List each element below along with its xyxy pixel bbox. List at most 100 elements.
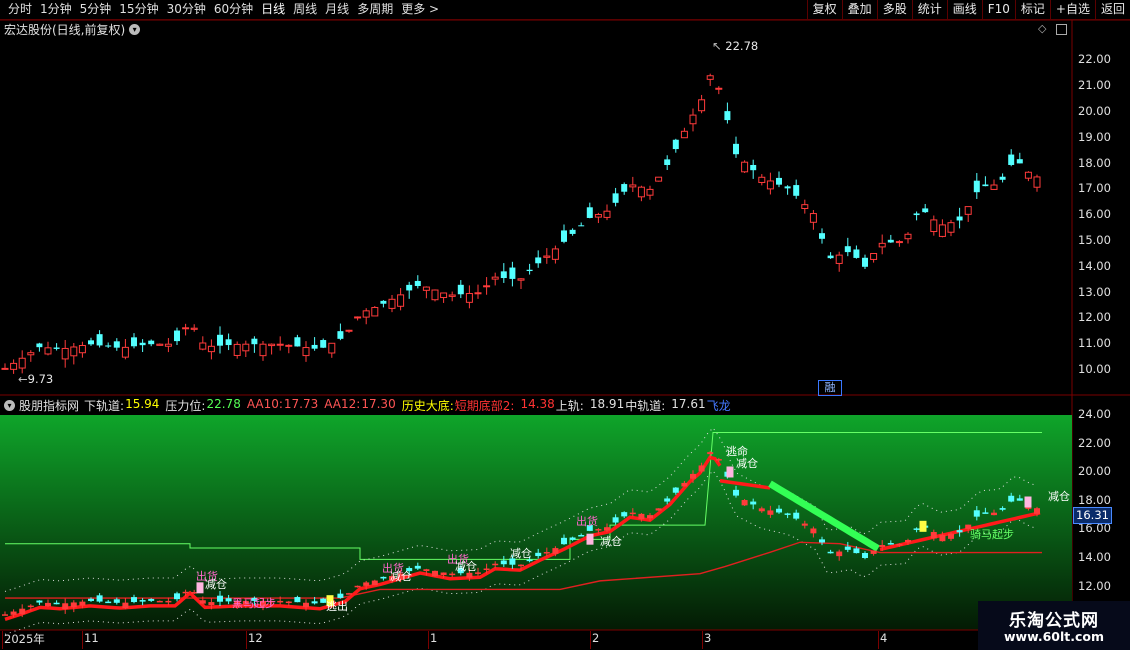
indicator-candle-body (535, 552, 542, 557)
candle-body (724, 111, 731, 121)
indicator-candle-body (733, 489, 739, 496)
indicator-candle-body (208, 602, 215, 606)
indicator-candle-body (664, 498, 671, 502)
candle-body (973, 180, 980, 193)
main-y-tick: 12.00 (1078, 310, 1111, 325)
indicator-candle-body (432, 570, 438, 577)
date-divider (82, 631, 83, 649)
date-label: 1 (430, 631, 438, 645)
candle-body (827, 255, 834, 259)
date-label: 2025年 (4, 632, 45, 646)
indicator-y-tick: 14.00 (1078, 550, 1111, 564)
candle-body (922, 208, 929, 213)
candle-body (612, 193, 619, 203)
candle-body (578, 225, 585, 227)
indicator-candle-body (277, 600, 284, 603)
candle-body (741, 161, 749, 173)
signal-candle (196, 582, 204, 594)
indicator-candle-body (10, 611, 17, 615)
signal-label: 减仓 (736, 456, 758, 470)
indicator-candle-body (311, 601, 318, 604)
candle-body (758, 176, 766, 183)
indicator-candle-body (552, 548, 559, 554)
indicator-candle-body (887, 543, 894, 545)
signal-candle (726, 466, 734, 478)
main-y-tick: 16.00 (1078, 207, 1111, 222)
candle-body (199, 342, 207, 350)
candle-body (380, 300, 387, 304)
indicator-candle-body (672, 487, 679, 493)
candle-body (655, 176, 663, 182)
current-price-value: 16.31 (1076, 508, 1109, 522)
candle-body (259, 343, 267, 357)
indicator-candle-body (122, 602, 129, 609)
candle-body (431, 289, 439, 301)
signal-candle (1024, 496, 1032, 508)
candle-body (1, 367, 9, 370)
watermark-url: www.60lt.com (1003, 629, 1105, 644)
indicator-candle-body (905, 539, 911, 543)
candle-body (113, 341, 120, 348)
date-label: 4 (880, 631, 888, 645)
candle-body (96, 334, 103, 346)
candle-body (491, 276, 499, 280)
candle-body (225, 339, 232, 346)
candle-body (36, 343, 43, 348)
indicator-candle-body (466, 572, 473, 578)
indicator-candle-body (776, 508, 782, 513)
candle-body (233, 343, 241, 356)
margin-badge[interactable]: 融 (818, 380, 842, 396)
indicator-candle-body (750, 501, 757, 505)
indicator-value: 18.91 (589, 396, 625, 411)
indicator-candle-body (1008, 495, 1015, 502)
candle-body (819, 233, 825, 239)
indicator-candle-body (53, 602, 60, 605)
candle-body (388, 298, 396, 309)
candle-body (121, 346, 129, 358)
indicator-candle-body (578, 535, 585, 537)
indicator-value: 历史大底: (401, 398, 454, 413)
candle-body (1033, 176, 1041, 188)
candle-body (10, 362, 18, 370)
candle-body (964, 206, 972, 215)
candle-body (862, 257, 868, 267)
candle-body (44, 347, 52, 355)
candle-body (698, 99, 706, 112)
indicator-value: 压力位: (165, 398, 206, 413)
main-y-tick: 11.00 (1078, 336, 1111, 351)
signal-label: 减仓 (600, 534, 622, 548)
indicator-candle-body (690, 473, 696, 479)
candle-body (78, 345, 86, 354)
indicator-candle-body (1016, 498, 1023, 501)
candle-body (88, 340, 94, 345)
candle-body (328, 342, 336, 354)
candle-body (18, 357, 26, 369)
indicator-candle-body (793, 512, 800, 519)
indicator-candle-body (165, 600, 172, 603)
indicator-candle-body (844, 546, 851, 550)
indicator-candle-body (991, 512, 997, 516)
indicator-value: 中轨道: (625, 398, 666, 413)
indicator-candle-body (70, 602, 77, 608)
indicator-candle-body (810, 528, 817, 534)
candle-body (603, 210, 611, 218)
indicator-candle-body (19, 608, 26, 615)
indicator-candle-body (758, 508, 765, 512)
chevron-down-icon[interactable]: ▾ (4, 399, 15, 411)
indicator-value: 17.61 (671, 396, 706, 411)
candle-body (543, 255, 551, 258)
indicator-candle-body (561, 537, 567, 545)
low-price-value: 9.73 (27, 372, 54, 386)
candle-body (182, 327, 190, 330)
indicator-candle-body (784, 513, 791, 515)
candle-body (999, 176, 1006, 180)
indicator-name: 股朋指标网 (19, 398, 80, 413)
candle-body (887, 239, 894, 243)
candle-body (448, 294, 456, 297)
indicator-y-tick: 20.00 (1078, 464, 1111, 479)
indicator-candle-body (621, 512, 628, 517)
indicator-candle-body (681, 482, 688, 487)
candle-body (457, 284, 464, 295)
candle-body (1008, 154, 1015, 165)
date-label: 11 (84, 631, 99, 645)
